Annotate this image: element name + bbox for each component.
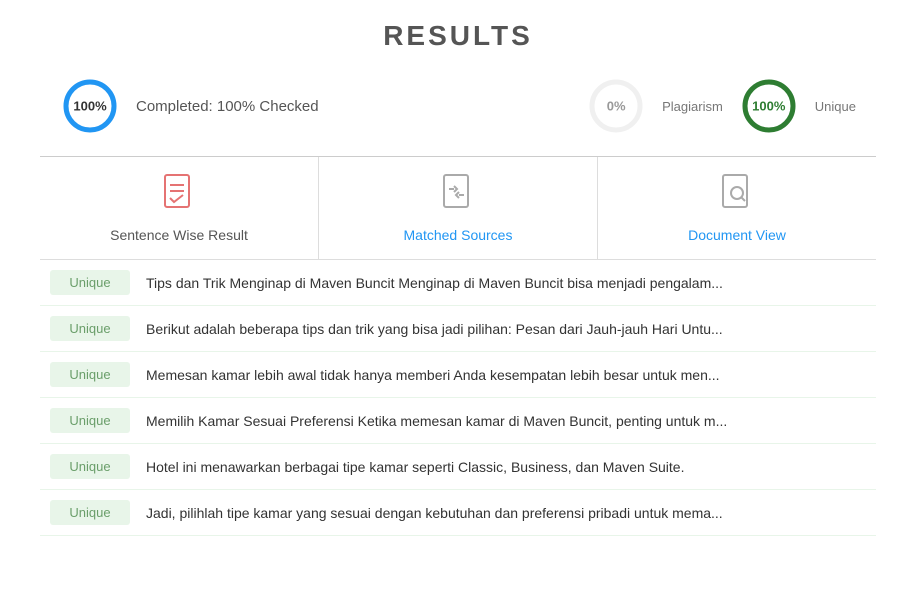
- result-text: Hotel ini menawarkan berbagai tipe kamar…: [146, 459, 876, 475]
- result-text: Tips dan Trik Menginap di Maven Buncit M…: [146, 275, 876, 291]
- doc-arrows-icon: [440, 173, 476, 221]
- result-text: Memilih Kamar Sesuai Preferensi Ketika m…: [146, 413, 876, 429]
- result-row[interactable]: Unique Hotel ini menawarkan berbagai tip…: [40, 444, 876, 490]
- tab-matched-sources[interactable]: Matched Sources: [319, 157, 598, 259]
- tab-sentence-wise-label: Sentence Wise Result: [110, 227, 248, 243]
- result-text: Memesan kamar lebih awal tidak hanya mem…: [146, 367, 876, 383]
- tabs-row: Sentence Wise Result Matched Sources: [40, 157, 876, 260]
- tab-document-view[interactable]: Document View: [598, 157, 876, 259]
- doc-check-icon: [161, 173, 197, 221]
- plagiarism-label: Plagiarism: [662, 99, 723, 114]
- unique-circle: 100%: [739, 76, 799, 136]
- completed-circle: 100%: [60, 76, 120, 136]
- unique-label: Unique: [815, 99, 856, 114]
- result-badge: Unique: [50, 408, 130, 433]
- result-badge: Unique: [50, 316, 130, 341]
- plagiarism-percent: 0%: [607, 99, 626, 114]
- result-row[interactable]: Unique Berikut adalah beberapa tips dan …: [40, 306, 876, 352]
- tab-matched-sources-label: Matched Sources: [404, 227, 513, 243]
- completed-percent: 100%: [73, 99, 106, 114]
- result-badge: Unique: [50, 500, 130, 525]
- tab-sentence-wise[interactable]: Sentence Wise Result: [40, 157, 319, 259]
- result-text: Jadi, pilihlah tipe kamar yang sesuai de…: [146, 505, 876, 521]
- doc-search-icon: [719, 173, 755, 221]
- tab-document-view-label: Document View: [688, 227, 786, 243]
- page-title: RESULTS: [40, 20, 876, 52]
- completed-label: Completed: 100% Checked: [136, 98, 319, 115]
- result-badge: Unique: [50, 362, 130, 387]
- result-row[interactable]: Unique Tips dan Trik Menginap di Maven B…: [40, 260, 876, 306]
- plagiarism-circle: 0%: [586, 76, 646, 136]
- stats-row: 100% Completed: 100% Checked 0% Plagiari…: [40, 76, 876, 136]
- completed-stat: 100% Completed: 100% Checked: [60, 76, 319, 136]
- result-row[interactable]: Unique Jadi, pilihlah tipe kamar yang se…: [40, 490, 876, 536]
- result-text: Berikut adalah beberapa tips dan trik ya…: [146, 321, 876, 337]
- results-list: Unique Tips dan Trik Menginap di Maven B…: [40, 260, 876, 536]
- result-badge: Unique: [50, 270, 130, 295]
- plagiarism-unique-group: 0% Plagiarism 100% Unique: [586, 76, 856, 136]
- result-row[interactable]: Unique Memesan kamar lebih awal tidak ha…: [40, 352, 876, 398]
- unique-percent: 100%: [752, 99, 785, 114]
- result-row[interactable]: Unique Memilih Kamar Sesuai Preferensi K…: [40, 398, 876, 444]
- result-badge: Unique: [50, 454, 130, 479]
